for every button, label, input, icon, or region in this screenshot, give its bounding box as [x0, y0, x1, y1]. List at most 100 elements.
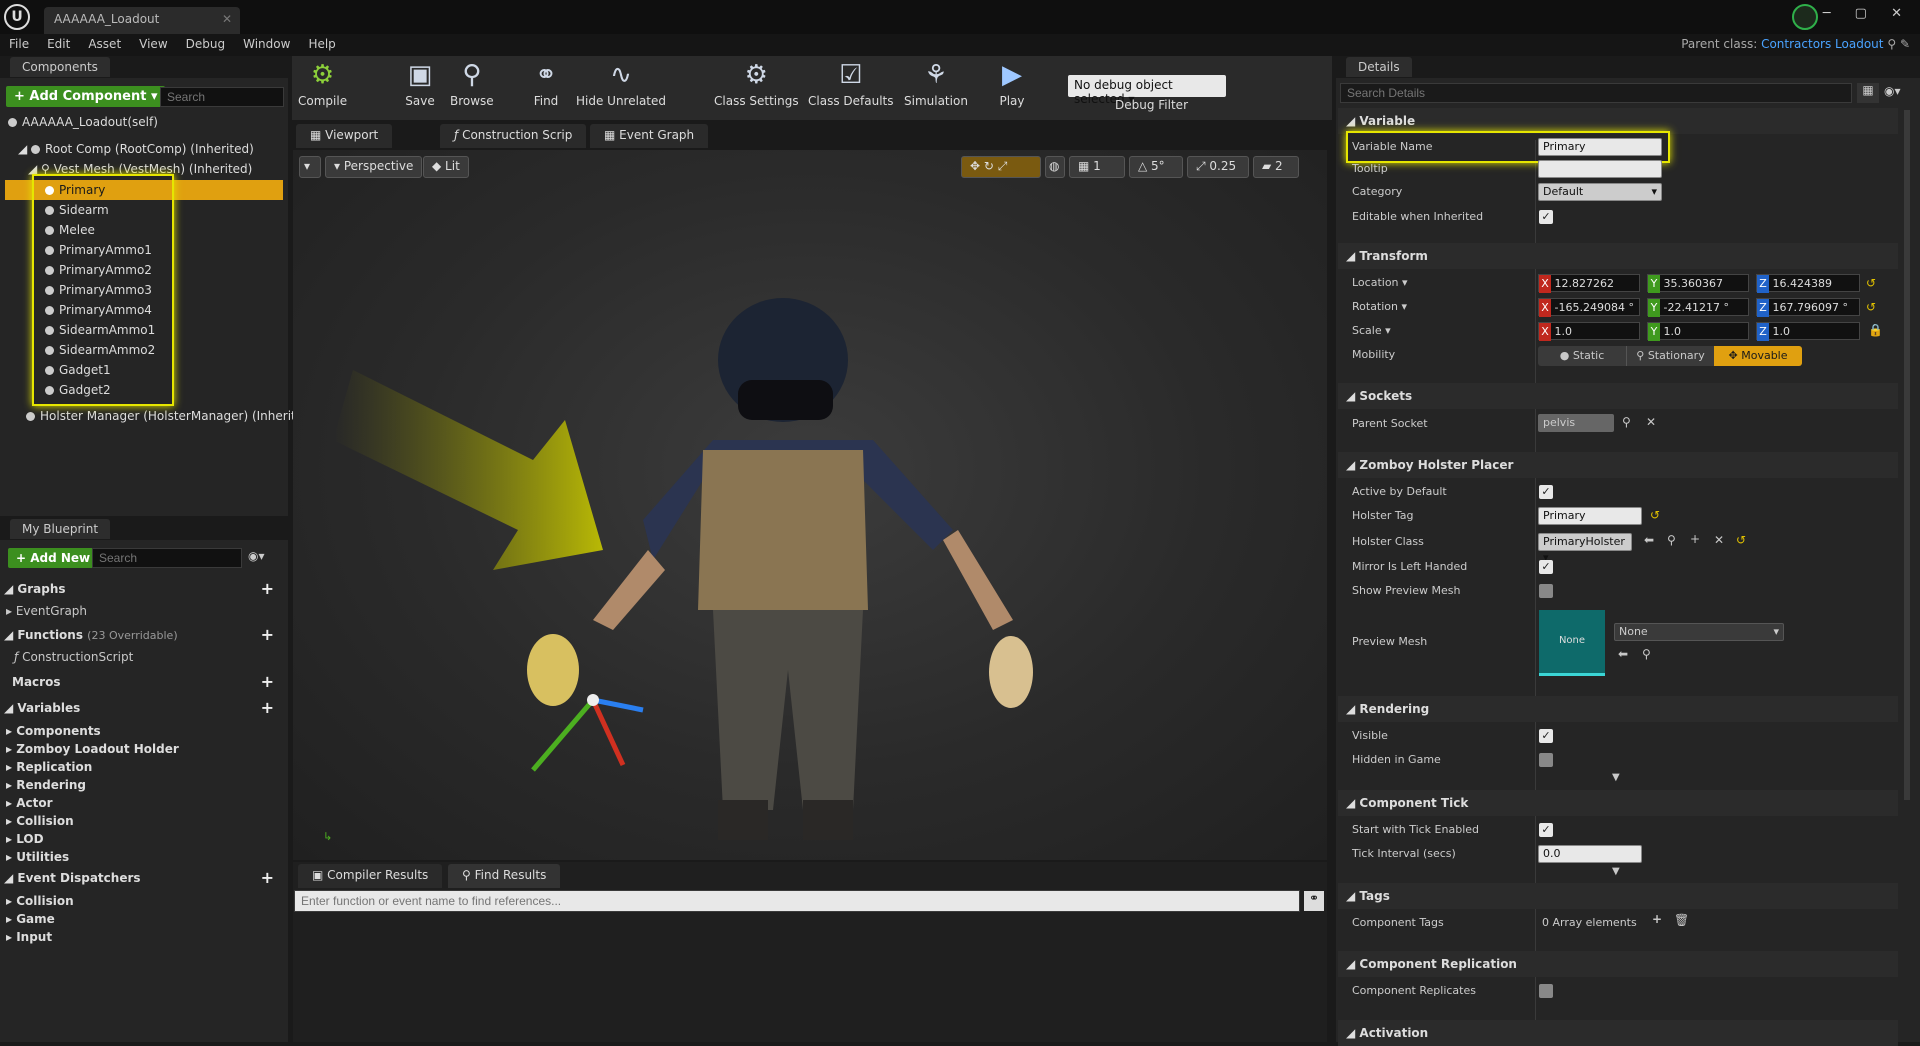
rotation-x-field[interactable]: X -165.249084 ° — [1538, 298, 1640, 317]
variables-section[interactable]: ◢ Variables + — [4, 698, 284, 717]
menu-view[interactable]: View — [130, 34, 176, 54]
binoculars-icon[interactable]: ⚭ — [1304, 891, 1324, 911]
disp-cat-input[interactable]: ▸ Input — [6, 928, 74, 946]
add-icon[interactable]: + — [1690, 532, 1700, 546]
section-sockets[interactable]: ◢ Sockets — [1338, 383, 1898, 409]
scale-z-field[interactable]: Z 1.0 — [1756, 322, 1860, 341]
details-scrollbar[interactable] — [1904, 110, 1910, 800]
source-control-icon[interactable] — [1792, 4, 1818, 30]
location-z-field[interactable]: Z 16.424389 — [1756, 274, 1860, 293]
parent-class-link[interactable]: Contractors Loadout — [1761, 37, 1883, 51]
unreal-logo-icon[interactable]: U — [4, 4, 30, 30]
menu-file[interactable]: File — [0, 34, 38, 54]
find-references-input[interactable] — [294, 890, 1300, 912]
section-replication[interactable]: ◢ Component Replication — [1338, 951, 1898, 977]
rotation-z-field[interactable]: Z 167.796097 ° — [1756, 298, 1860, 317]
expand-arrow-icon[interactable]: ◢ — [18, 142, 31, 156]
section-tick[interactable]: ◢ Component Tick — [1338, 790, 1898, 816]
self-item[interactable]: AAAAAA_Loadout(self) — [22, 115, 158, 129]
location-x-field[interactable]: X 12.827262 — [1538, 274, 1640, 293]
trash-icon[interactable]: 🗑 — [1674, 913, 1689, 927]
hidden-in-game-checkbox[interactable] — [1539, 753, 1553, 767]
category-select[interactable]: Default ▾ — [1538, 183, 1662, 201]
add-macro-icon[interactable]: + — [261, 672, 274, 691]
window-controls[interactable]: ─ ▢ ✕ — [1823, 6, 1912, 21]
var-cat-replication[interactable]: ▸ Replication — [6, 758, 179, 776]
grid-view-icon[interactable]: ▦ — [1857, 83, 1879, 103]
add-variable-icon[interactable]: + — [261, 698, 274, 717]
rotation-y-field[interactable]: Y -22.41217 ° — [1647, 298, 1749, 317]
preview-mesh-select[interactable]: None ▾ — [1614, 623, 1784, 641]
reset-tag-icon[interactable]: ↺ — [1650, 508, 1660, 522]
macros-section[interactable]: Macros + — [12, 672, 284, 691]
section-activation[interactable]: ◢ Activation — [1338, 1020, 1898, 1046]
search-icon[interactable]: ⚲ — [1887, 37, 1896, 51]
save-button[interactable]: ▣ Save — [402, 58, 438, 108]
add-function-icon[interactable]: + — [261, 625, 274, 644]
my-blueprint-tab[interactable]: My Blueprint — [10, 519, 111, 539]
use-selected-icon[interactable]: ⬅ — [1644, 533, 1654, 547]
tab-find-results[interactable]: ⚲ Find Results — [448, 864, 561, 888]
tab-event-graph[interactable]: ▦ Event Graph — [590, 124, 709, 148]
scale-y-field[interactable]: Y 1.0 — [1647, 322, 1749, 341]
details-tab[interactable]: Details — [1346, 57, 1412, 77]
clear-icon[interactable]: ✕ — [1646, 415, 1656, 429]
use-selected-icon[interactable]: ⬅ — [1618, 647, 1628, 661]
functions-section[interactable]: ◢ Functions (23 Overridable) + — [4, 625, 284, 644]
add-element-icon[interactable]: + — [1652, 912, 1662, 926]
var-cat-rendering[interactable]: ▸ Rendering — [6, 776, 179, 794]
reset-location-icon[interactable]: ↺ — [1866, 276, 1876, 290]
mirror-checkbox[interactable]: ✓ — [1539, 560, 1553, 574]
var-cat-collision[interactable]: ▸ Collision — [6, 812, 179, 830]
tab-viewport[interactable]: ▦ Viewport — [296, 124, 393, 148]
eye-icon[interactable]: ◉▾ — [248, 549, 265, 563]
eventgraph-item[interactable]: ▸ EventGraph — [6, 604, 87, 618]
section-holster[interactable]: ◢ Zomboy Holster Placer — [1338, 452, 1898, 478]
disp-cat-collision[interactable]: ▸ Collision — [6, 892, 74, 910]
expand-advanced-icon[interactable]: ▼ — [1612, 866, 1620, 877]
add-graph-icon[interactable]: + — [261, 579, 274, 598]
parent-socket-field[interactable]: pelvis — [1538, 414, 1614, 432]
active-default-checkbox[interactable]: ✓ — [1539, 485, 1553, 499]
menu-debug[interactable]: Debug — [177, 34, 234, 54]
components-tab[interactable]: Components — [10, 57, 110, 77]
holster-class-select[interactable]: PrimaryHolster ▾ — [1538, 533, 1632, 564]
scale-x-field[interactable]: X 1.0 — [1538, 322, 1640, 341]
mobility-stationary[interactable]: ⚲ Stationary — [1626, 346, 1714, 366]
clear-icon[interactable]: ✕ — [1714, 533, 1724, 547]
disp-cat-game[interactable]: ▸ Game — [6, 910, 74, 928]
var-cat-components[interactable]: ▸ Components — [6, 722, 179, 740]
blueprint-search-input[interactable] — [92, 548, 242, 568]
menu-asset[interactable]: Asset — [79, 34, 130, 54]
mobility-static[interactable]: ● Static — [1538, 346, 1626, 366]
menu-help[interactable]: Help — [299, 34, 344, 54]
rotation-label[interactable]: Rotation ▾ — [1352, 298, 1407, 316]
var-cat-lod[interactable]: ▸ LOD — [6, 830, 179, 848]
details-search-input[interactable] — [1340, 83, 1852, 103]
tooltip-field[interactable] — [1538, 160, 1662, 178]
browse-button[interactable]: ⚲ Browse — [450, 58, 494, 108]
var-cat-utilities[interactable]: ▸ Utilities — [6, 848, 179, 866]
component-replicates-checkbox[interactable] — [1539, 984, 1553, 998]
add-dispatcher-icon[interactable]: + — [261, 868, 274, 887]
visible-checkbox[interactable]: ✓ — [1539, 729, 1553, 743]
location-y-field[interactable]: Y 35.360367 — [1647, 274, 1749, 293]
class-defaults-button[interactable]: ☑ Class Defaults — [808, 58, 893, 108]
root-comp-item[interactable]: Root Comp (RootComp) (Inherited) — [45, 142, 254, 156]
section-tags[interactable]: ◢ Tags — [1338, 883, 1898, 909]
browse-icon[interactable]: ⚲ — [1642, 647, 1651, 661]
graphs-section[interactable]: ◢ Graphs + — [4, 579, 284, 598]
editable-inherited-checkbox[interactable]: ✓ — [1539, 210, 1553, 224]
show-preview-checkbox[interactable] — [1539, 584, 1553, 598]
class-settings-button[interactable]: ⚙ Class Settings — [714, 58, 799, 108]
simulation-button[interactable]: ⚘ Simulation — [904, 58, 968, 108]
components-search-input[interactable] — [160, 87, 284, 107]
hide-unrelated-button[interactable]: ∿ Hide Unrelated — [576, 58, 666, 108]
construction-script-item[interactable]: ƒ ConstructionScript — [14, 650, 133, 664]
search-icon[interactable]: ⚲ — [1622, 415, 1631, 429]
preview-mesh-thumbnail[interactable]: None — [1539, 610, 1605, 676]
tick-interval-field[interactable]: 0.0 — [1538, 845, 1642, 863]
viewport[interactable]: ▾ ▾ Perspective ◆ Lit ✥ ↻ ⤢ ◍ ▦ 1 △ 5° ⤢… — [293, 150, 1327, 860]
menu-edit[interactable]: Edit — [38, 34, 79, 54]
tab-compiler-results[interactable]: ▣ Compiler Results — [298, 864, 443, 888]
